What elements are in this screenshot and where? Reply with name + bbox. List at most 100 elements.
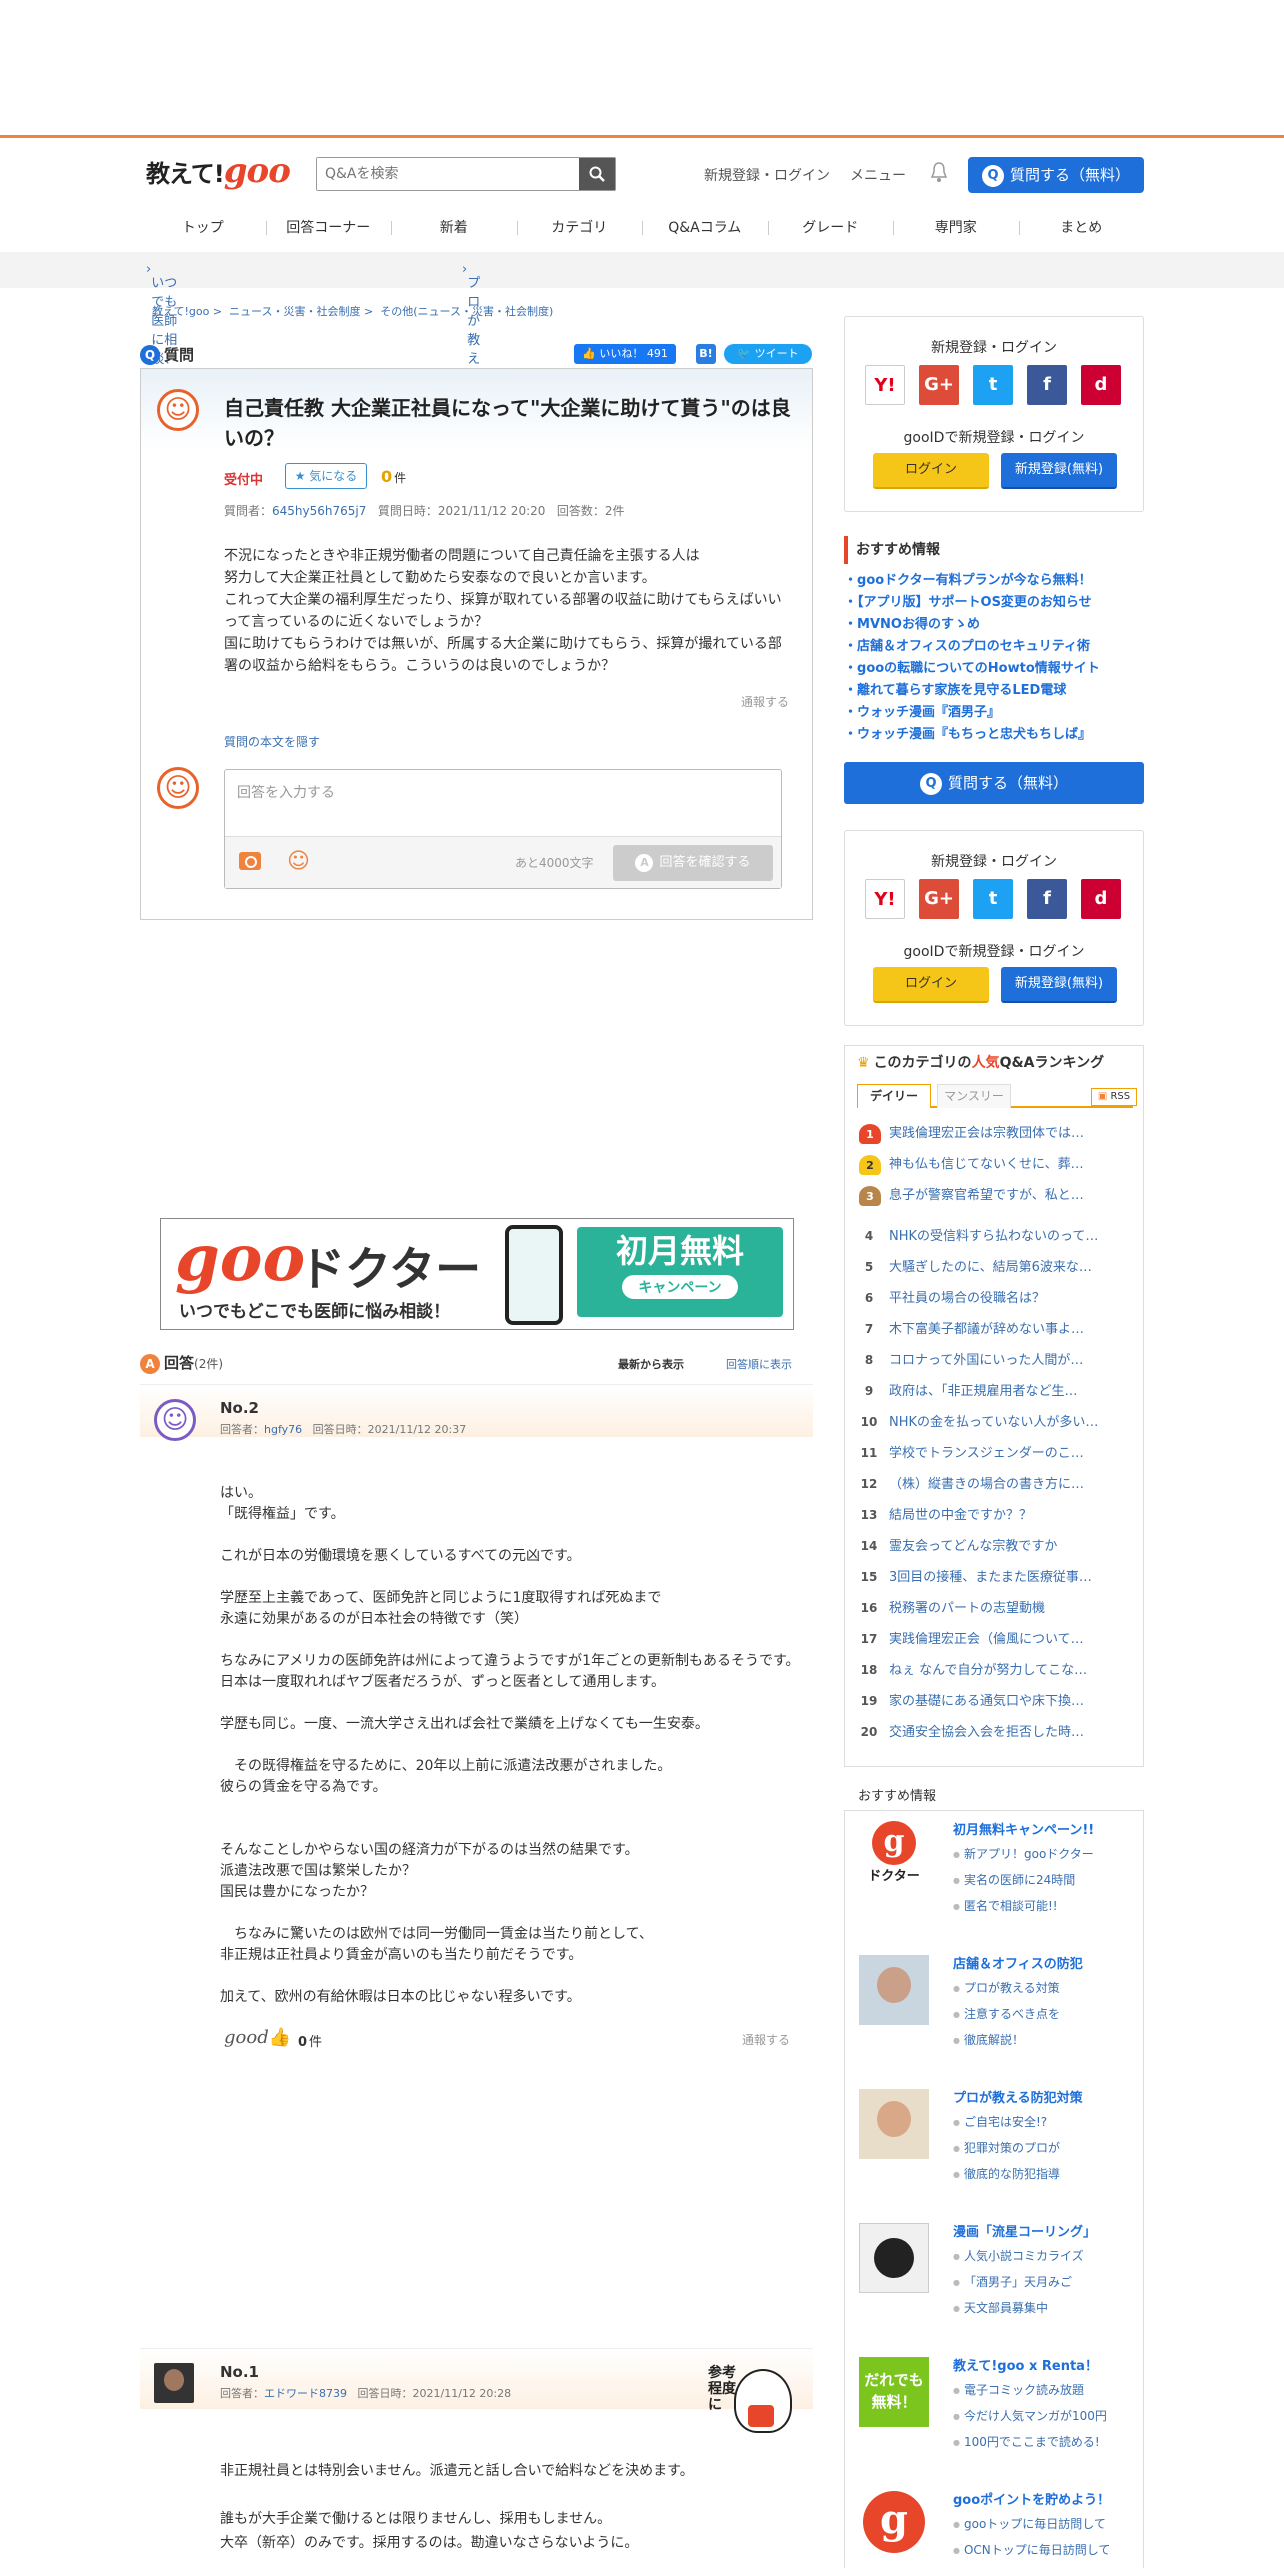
answerer-avatar[interactable] [154, 2363, 194, 2403]
answerer-avatar[interactable] [154, 1399, 196, 1441]
nav-item-summary[interactable]: まとめ [1018, 205, 1145, 251]
nav-item-qa-column[interactable]: Q&Aコラム [642, 205, 768, 251]
side-ask-question-button[interactable]: Q 質問する（無料） [844, 762, 1144, 804]
recommend-item[interactable]: g ドクター 初月無料キャンペーン!! 新アプリ！gooドクター 実名の医師に2… [845, 1811, 1143, 1931]
promo-link-doctor[interactable]: › いつでも医師に相談、gooドクター [146, 262, 177, 420]
register-button[interactable]: 新規登録(無料) [1001, 967, 1117, 1003]
login-button[interactable]: ログイン [873, 453, 989, 489]
yahoo-login-icon[interactable]: Y! [865, 365, 905, 405]
report-answer-link[interactable]: 通報する [742, 2031, 790, 2048]
rss-link[interactable]: ▣ RSS [1091, 1088, 1137, 1106]
nav-item-answer-corner[interactable]: 回答コーナー [265, 205, 392, 251]
ask-question-button[interactable]: Q 質問する（無料） [968, 157, 1144, 193]
ranking-item[interactable]: 5 大騒ぎしたのに、結局第6波来な… [845, 1252, 1143, 1283]
hide-body-link[interactable]: 質問の本文を隠す [224, 733, 320, 750]
breadcrumb-home[interactable]: 教えて!goo [152, 305, 209, 318]
ranking-item[interactable]: 12 （株）縦書きの場合の書き方に… [845, 1469, 1143, 1500]
ranking-item[interactable]: 16 税務署のパートの志望動機 [845, 1593, 1143, 1624]
ranking-item[interactable]: 15 3回目の接種、またまた医療従事… [845, 1562, 1143, 1593]
tab-monthly[interactable]: マンスリー [937, 1084, 1011, 1108]
ranking-item[interactable]: 8 コロナって外国にいった人間が… [845, 1345, 1143, 1376]
facebook-login-icon[interactable]: f [1027, 879, 1067, 919]
ranking-title: ♛ このカテゴリの人気Q&Aランキング [857, 1055, 1105, 1071]
hatena-bookmark-button[interactable]: B! [696, 344, 716, 364]
breadcrumb-category[interactable]: ニュース・災害・社会制度 [229, 305, 360, 318]
nav-item-top[interactable]: トップ [140, 205, 266, 251]
search-button[interactable] [579, 158, 615, 190]
sort-newest[interactable]: 最新から表示 [618, 1356, 684, 1372]
asker-avatar[interactable] [157, 389, 199, 431]
ranking-item[interactable]: 2 神も仏も信じてないくせに、葬… [845, 1149, 1143, 1180]
camera-icon[interactable] [239, 852, 261, 870]
answer-input[interactable]: 回答を入力する [237, 782, 335, 802]
recommend-link[interactable]: 【アプリ版】サポートOS変更のお知らせ [844, 592, 1144, 614]
nav-item-grade[interactable]: グレード [767, 205, 894, 251]
confirm-answer-button[interactable]: A 回答を確認する [613, 845, 773, 881]
twitter-login-icon[interactable]: t [973, 365, 1013, 405]
facebook-login-icon[interactable]: f [1027, 365, 1067, 405]
login-button[interactable]: ログイン [873, 967, 989, 1003]
menu-link[interactable]: メニュー [850, 165, 906, 185]
ranking-item[interactable]: 1 実践倫理宏正会は宗教団体では… [845, 1118, 1143, 1149]
search-input[interactable] [317, 158, 581, 190]
google-login-icon[interactable]: G+ [919, 879, 959, 919]
nav-item-new[interactable]: 新着 [391, 205, 517, 251]
recommend-link[interactable]: ウォッチ漫画『酒男子』 [844, 702, 1144, 724]
ranking-item[interactable]: 20 交通安全協会入会を拒否した時… [845, 1717, 1143, 1748]
emoji-icon[interactable]: ☺ [287, 849, 310, 874]
ranking-item[interactable]: 7 木下富美子都議が辞めない事よ… [845, 1314, 1143, 1345]
goo-doctor-banner[interactable]: goo ドクター いつでもどこでも医師に悩み相談！ 初月無料 キャンペーン [160, 1218, 794, 1330]
ranking-item[interactable]: 3 息子が警察官希望ですが、私と… [845, 1180, 1143, 1211]
ranking-tabs: デイリー マンスリー ▣ RSS [857, 1084, 1137, 1108]
answer-compose-box[interactable]: 回答を入力する ☺ あと4000文字 A 回答を確認する [224, 769, 782, 889]
manga-illustration [859, 2223, 929, 2293]
recommend-link[interactable]: 離れて暮らす家族を見守るLED電球 [844, 680, 1144, 702]
recommend-item[interactable]: プロが教える防犯対策 ご自宅は安全!? 犯罪対策のプロが 徹底的な防犯指導 [845, 2079, 1143, 2199]
register-button[interactable]: 新規登録(無料) [1001, 453, 1117, 489]
report-question-link[interactable]: 通報する [741, 693, 789, 710]
recommend-item[interactable]: 店舗＆オフィスの防犯 プロが教える対策 注意するべき点を 徹底解説！ [845, 1945, 1143, 2065]
answer-header-band: No.1 回答者：エドワード8739 回答日時：2021/11/12 20:28… [140, 2349, 813, 2433]
recommend-link[interactable]: MVNOお得のすゝめ [844, 614, 1144, 636]
phone-doctor-illustration [505, 1225, 563, 1325]
ranking-item[interactable]: 9 政府は、「非正規雇用者など生… [845, 1376, 1143, 1407]
recommend-link[interactable]: ウォッチ漫画『もちっと忠犬もちしば』 [844, 724, 1144, 746]
answerer-link[interactable]: エドワード8739 [264, 2387, 347, 2400]
ranking-item[interactable]: 11 学校でトランスジェンダーのこ… [845, 1438, 1143, 1469]
nav-item-expert[interactable]: 専門家 [893, 205, 1019, 251]
recommend-link[interactable]: 店舗＆オフィスのプロのセキュリティ術 [844, 636, 1144, 658]
nav-item-category[interactable]: カテゴリ [516, 205, 643, 251]
ranking-item[interactable]: 19 家の基礎にある通気口や床下換… [845, 1686, 1143, 1717]
ranking-item[interactable]: 13 結局世の中金ですか？？ [845, 1500, 1143, 1531]
recommend-item[interactable]: 漫画「流星コーリング」 人気小説コミカライズ 「酒男子」天月みご 天文部員募集中 [845, 2213, 1143, 2333]
signup-login-link[interactable]: 新規登録・ログイン [704, 165, 830, 185]
ranking-item[interactable]: 4 NHKの受信料すら払わないのって… [845, 1221, 1143, 1252]
facebook-like-button[interactable]: 👍 いいね！ 491 [574, 344, 676, 364]
ranking-item[interactable]: 17 実践倫理宏正会（倫風について… [845, 1624, 1143, 1655]
twitter-login-icon[interactable]: t [973, 879, 1013, 919]
ranking-item[interactable]: 18 ねぇ なんで自分が努力してこな… [845, 1655, 1143, 1686]
recommend-item[interactable]: だれでも無料！ 教えて!goo x Renta！ 電子コミック読み放題 今だけ人… [845, 2347, 1143, 2467]
sort-oldest[interactable]: 回答順に表示 [726, 1356, 792, 1372]
docomo-login-icon[interactable]: d [1081, 879, 1121, 919]
google-login-icon[interactable]: G+ [919, 365, 959, 405]
docomo-login-icon[interactable]: d [1081, 365, 1121, 405]
tab-daily[interactable]: デイリー [857, 1084, 931, 1108]
char-remaining: あと4000文字 [515, 856, 594, 870]
ranking-item[interactable]: 14 霊友会ってどんな宗教ですか [845, 1531, 1143, 1562]
ranking-item[interactable]: 10 NHKの金を払っていない人が多い… [845, 1407, 1143, 1438]
ranking-item[interactable]: 6 平社員の場合の役職名は？ [845, 1283, 1143, 1314]
recommend-item[interactable]: g gooポイントを貯めよう！ gooトップに毎日訪問して OCNトップに毎日訪… [845, 2481, 1143, 2568]
good-button[interactable]: good👍 [224, 2027, 291, 2048]
promo-link-security[interactable]: › プロが教える店舗＆オフィスのセキュリティ対策術 [462, 262, 480, 709]
site-logo[interactable]: 教えて!goo [146, 151, 291, 191]
breadcrumb-subcategory[interactable]: その他(ニュース・災害・社会制度) [380, 305, 553, 318]
bell-icon[interactable] [930, 161, 948, 183]
yahoo-login-icon[interactable]: Y! [865, 879, 905, 919]
answerer-link[interactable]: hgfy76 [264, 1423, 302, 1436]
recommend-link[interactable]: gooドクター有料プランが今なら無料！ [844, 570, 1144, 592]
recommend-link[interactable]: gooの転職についてのHowto情報サイト [844, 658, 1144, 680]
watch-button[interactable]: ★ 気になる [285, 463, 367, 489]
tweet-button[interactable]: 🐦 ツイート [724, 344, 812, 364]
asker-link[interactable]: 645hy56h765j7 [272, 504, 366, 518]
